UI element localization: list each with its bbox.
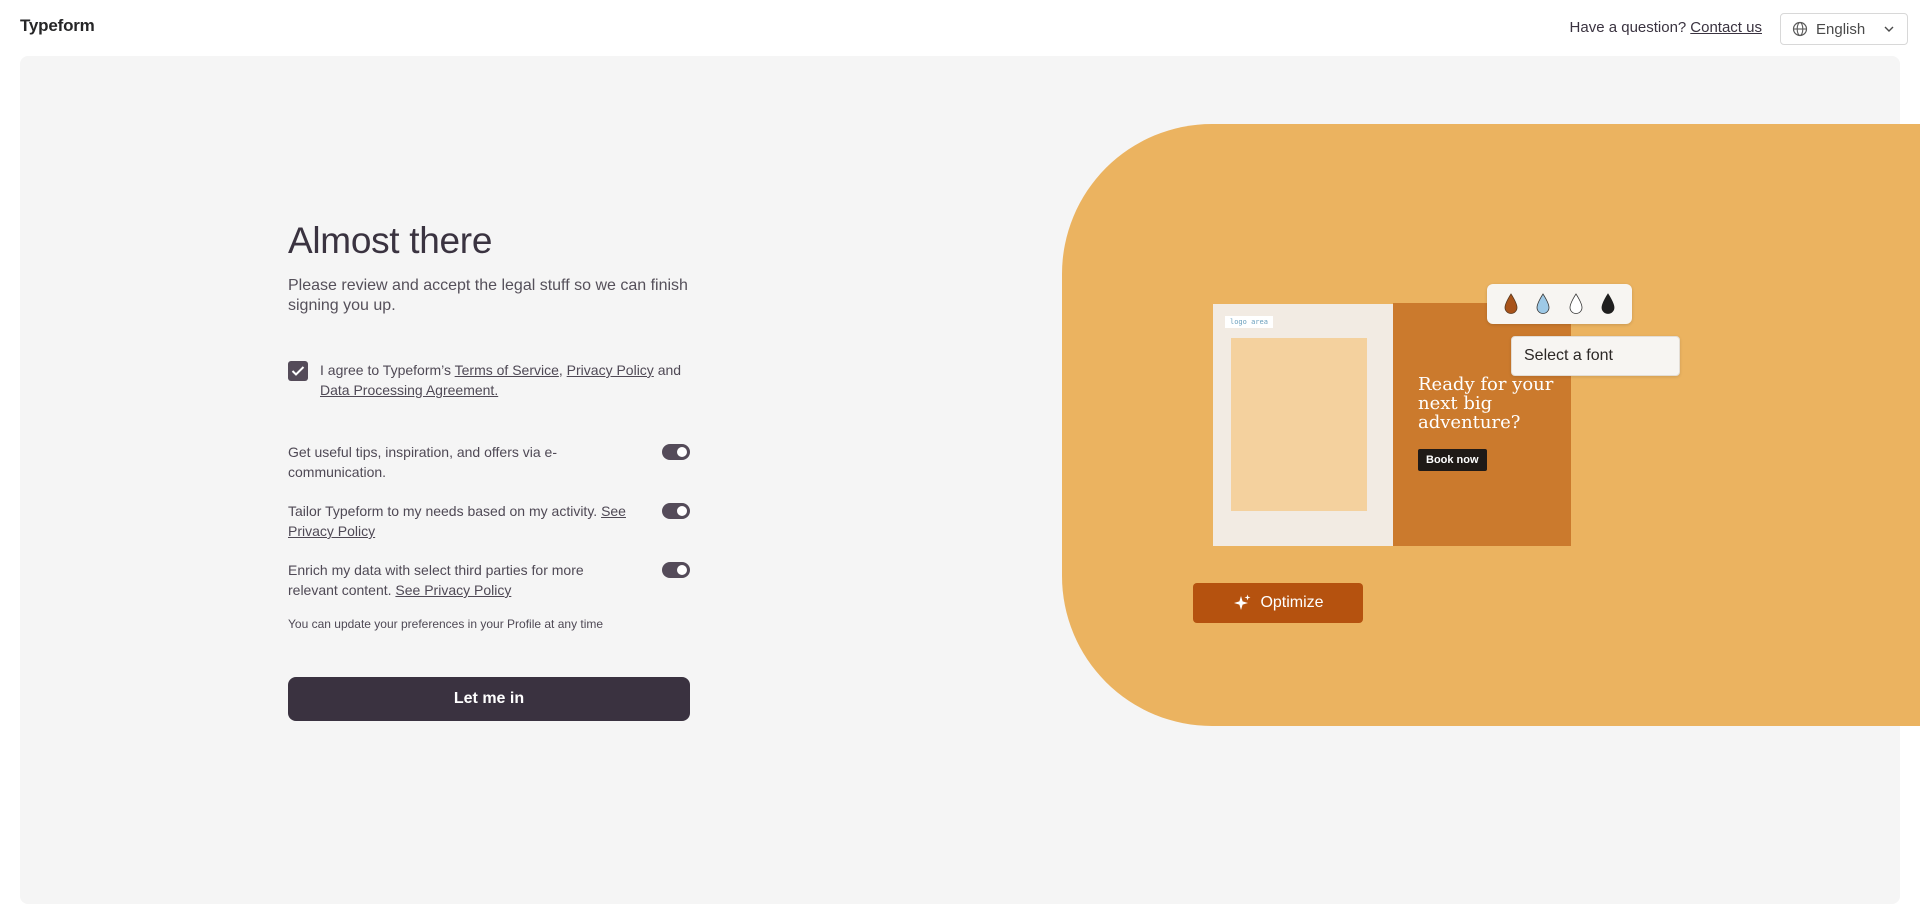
- sparkle-icon: [1234, 594, 1251, 610]
- toggle-knob: [677, 506, 687, 516]
- pref-enrich-privacy-link[interactable]: See Privacy Policy: [395, 582, 511, 598]
- consent-and: and: [657, 362, 682, 378]
- enrich-toggle[interactable]: [662, 562, 690, 578]
- terms-of-service-link[interactable]: Terms of Service: [455, 362, 559, 378]
- consent-separator: ,: [558, 362, 563, 378]
- signup-form: Almost there Please review and accept th…: [288, 220, 690, 721]
- privacy-policy-link[interactable]: Privacy Policy: [567, 362, 654, 378]
- language-selector[interactable]: English: [1780, 13, 1908, 45]
- pref-tailor: Tailor Typeform to my needs based on my …: [288, 501, 690, 541]
- drop-blue-icon: [1536, 293, 1550, 314]
- help-text: Have a question? Contact us: [1570, 19, 1762, 36]
- color-palette: [1487, 284, 1632, 324]
- top-bar: Typeform Have a question? Contact us Engl…: [0, 0, 1920, 56]
- pref-marketing: Get useful tips, inspiration, and offers…: [288, 442, 690, 482]
- preview-image-placeholder: [1231, 338, 1367, 511]
- question-label: Have a question?: [1569, 19, 1687, 36]
- contact-us-link[interactable]: Contact us: [1690, 19, 1762, 36]
- toggle-knob: [677, 565, 687, 575]
- page-subtitle: Please review and accept the legal stuff…: [288, 277, 688, 314]
- consent-prefix: I agree to Typeform’s: [320, 362, 451, 378]
- font-select-field: Select a font: [1511, 336, 1680, 376]
- typeform-logo[interactable]: Typeform: [20, 16, 95, 36]
- logo-area-tag: logo area: [1225, 316, 1273, 328]
- let-me-in-button[interactable]: Let me in: [288, 677, 690, 721]
- terms-consent: I agree to Typeform’s Terms of Service, …: [288, 360, 690, 400]
- tailor-toggle[interactable]: [662, 503, 690, 519]
- pref-tailor-label: Tailor Typeform to my needs based on my …: [288, 503, 598, 519]
- terms-consent-text: I agree to Typeform’s Terms of Service, …: [320, 360, 681, 400]
- preview-card-left: logo area: [1213, 304, 1403, 546]
- drop-brown-icon: [1504, 293, 1518, 314]
- marketing-toggle[interactable]: [662, 444, 690, 460]
- dpa-link[interactable]: Data Processing Agreement.: [320, 382, 498, 398]
- pref-marketing-text: Get useful tips, inspiration, and offers…: [288, 442, 633, 482]
- drop-white-icon: [1569, 293, 1583, 314]
- optimize-label: Optimize: [1260, 594, 1324, 611]
- globe-icon: [1792, 21, 1808, 37]
- pref-marketing-label: Get useful tips, inspiration, and offers…: [288, 444, 557, 480]
- preferences-list: Get useful tips, inspiration, and offers…: [288, 442, 690, 600]
- chevron-down-icon: [1884, 26, 1894, 32]
- preferences-footnote: You can update your preferences in your …: [288, 617, 604, 631]
- pref-enrich-text: Enrich my data with select third parties…: [288, 560, 633, 600]
- language-label: English: [1816, 20, 1866, 38]
- drop-black-icon: [1601, 293, 1615, 314]
- page-title: Almost there: [288, 220, 493, 261]
- optimize-button: Optimize: [1193, 583, 1363, 623]
- terms-checkbox[interactable]: [288, 361, 308, 381]
- pref-tailor-text: Tailor Typeform to my needs based on my …: [288, 501, 633, 541]
- book-now-button: Book now: [1418, 449, 1487, 471]
- preview-headline: Ready for your next big adventure?: [1418, 374, 1554, 433]
- toggle-knob: [677, 447, 687, 457]
- checkmark-icon: [291, 366, 305, 376]
- pref-enrich: Enrich my data with select third parties…: [288, 560, 690, 600]
